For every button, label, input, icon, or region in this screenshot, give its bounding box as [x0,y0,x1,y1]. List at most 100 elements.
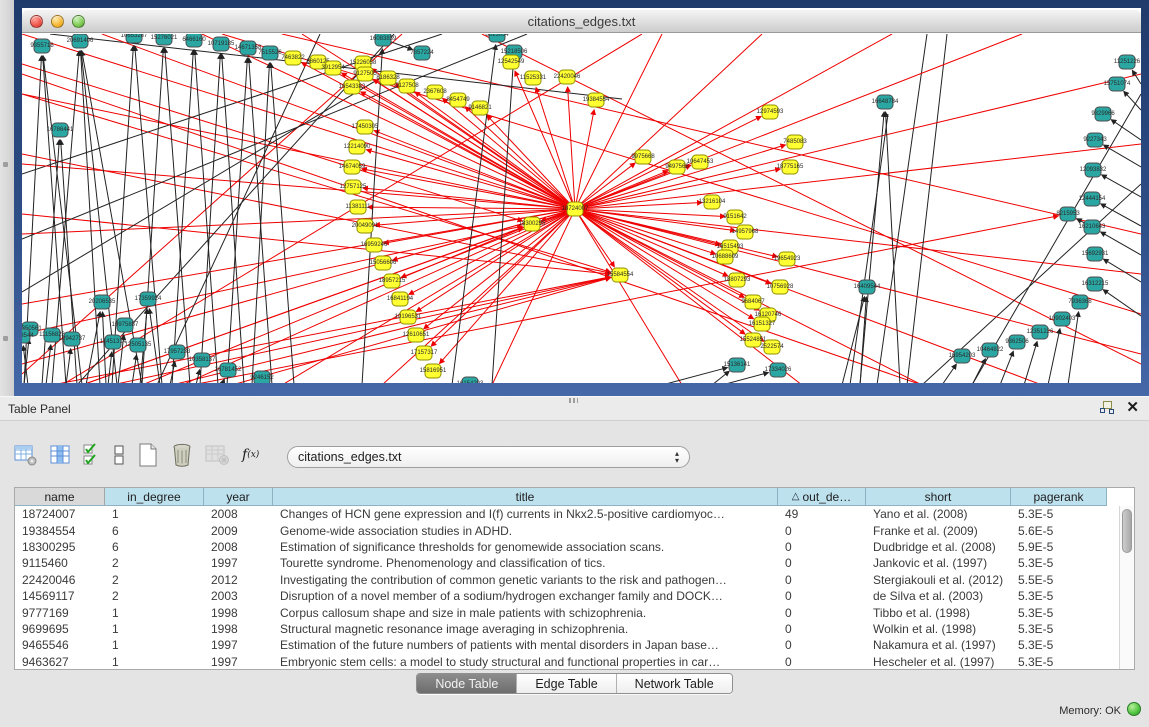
network-canvas[interactable]: 9355718206914061065328715276021646616010… [22,34,1141,383]
table-cell[interactable]: 5.3E-5 [1011,507,1107,521]
memory-status-indicator[interactable] [1127,702,1141,716]
table-cell[interactable]: 0 [778,638,866,652]
table-cell[interactable]: 2003 [204,589,273,603]
row-selection-icon[interactable] [83,442,101,468]
table-row[interactable]: 911546021997Tourette syndrome. Phenomeno… [15,555,1134,571]
table-cell[interactable]: Investigating the contribution of common… [273,573,778,587]
table-cell[interactable]: 1 [105,655,204,669]
table-cell[interactable]: Structural magnetic resonance image aver… [273,622,778,636]
table-mode-icon[interactable] [14,442,38,468]
table-row[interactable]: 946362711997Embryonic stem cells: a mode… [15,654,1134,670]
table-cell[interactable]: Stergiakouli et al. (2012) [866,573,1011,587]
table-cell[interactable]: Nakamura et al. (1997) [866,638,1011,652]
table-cell[interactable]: Embryonic stem cells: a model to study s… [273,655,778,669]
table-cell[interactable]: de Silva et al. (2003) [866,589,1011,603]
table-cell[interactable]: 1 [105,507,204,521]
graph-canvas-wrap[interactable]: 9355718206914061065328715276021646616010… [22,34,1141,383]
table-cell[interactable]: 6 [105,524,204,538]
table-cell[interactable]: Estimation of significance thresholds fo… [273,540,778,554]
table-selector-dropdown[interactable]: citations_edges.txt ▴▾ [287,446,690,468]
tab-node-table[interactable]: Node Table [417,674,517,693]
column-header-title[interactable]: title [273,488,778,506]
table-cell[interactable]: 0 [778,556,866,570]
table-cell[interactable]: 5.3E-5 [1011,655,1107,669]
column-header-out_de[interactable]: △out_de… [778,488,866,506]
row-height-icon[interactable] [113,442,125,468]
table-row[interactable]: 2242004622012Investigating the contribut… [15,572,1134,588]
column-header-name[interactable]: name [15,488,105,506]
table-row[interactable]: 1830029562008Estimation of significance … [15,539,1134,555]
column-header-in_degree[interactable]: in_degree [105,488,204,506]
table-cell[interactable]: 0 [778,589,866,603]
column-header-pagerank[interactable]: pagerank [1011,488,1107,506]
tab-network-table[interactable]: Network Table [617,674,732,693]
table-cell[interactable]: 6 [105,540,204,554]
table-cell[interactable]: 18300295 [15,540,105,554]
table-cell[interactable]: 2 [105,589,204,603]
table-cell[interactable]: 2009 [204,524,273,538]
table-cell[interactable]: 19384554 [15,524,105,538]
table-cell[interactable]: 9115460 [15,556,105,570]
table-cell[interactable]: 1998 [204,622,273,636]
table-cell[interactable]: 2012 [204,573,273,587]
table-cell[interactable]: 5.3E-5 [1011,589,1107,603]
table-cell[interactable]: Franke et al. (2009) [866,524,1011,538]
table-cell[interactable]: 2 [105,556,204,570]
table-cell[interactable]: 0 [778,573,866,587]
table-cell[interactable]: Wolkin et al. (1998) [866,622,1011,636]
scrollbar-thumb[interactable] [1122,509,1132,553]
close-panel-icon[interactable]: ✕ [1126,401,1139,414]
splitter-handle[interactable] [569,398,578,403]
create-column-icon[interactable] [137,442,159,468]
table-row[interactable]: 969969511998Structural magnetic resonanc… [15,621,1134,637]
table-cell[interactable]: Tibbo et al. (1998) [866,606,1011,620]
network-window-titlebar[interactable]: citations_edges.txt [22,10,1141,33]
table-cell[interactable]: 1997 [204,638,273,652]
table-cell[interactable]: 0 [778,622,866,636]
table-cell[interactable]: 1 [105,622,204,636]
table-cell[interactable]: 1997 [204,655,273,669]
table-cell[interactable]: Genome-wide association studies in ADHD. [273,524,778,538]
show-columns-icon[interactable] [50,442,71,468]
float-panel-icon[interactable] [1100,401,1114,414]
table-cell[interactable]: 9777169 [15,606,105,620]
table-cell[interactable]: 1 [105,606,204,620]
table-cell[interactable]: 0 [778,606,866,620]
table-row[interactable]: 1456911722003Disruption of a novel membe… [15,588,1134,604]
table-cell[interactable]: 5.9E-5 [1011,540,1107,554]
table-row[interactable]: 946554611997Estimation of the future num… [15,637,1134,653]
table-cell[interactable]: 22420046 [15,573,105,587]
table-cell[interactable]: Jankovic et al. (1997) [866,556,1011,570]
table-cell[interactable]: 5.3E-5 [1011,606,1107,620]
table-cell[interactable]: 1997 [204,556,273,570]
table-cell[interactable]: 1998 [204,606,273,620]
table-cell[interactable]: 5.5E-5 [1011,573,1107,587]
table-cell[interactable]: 9465546 [15,638,105,652]
table-cell[interactable]: Dudbridge et al. (2008) [866,540,1011,554]
table-cell[interactable]: 0 [778,655,866,669]
table-cell[interactable]: 2008 [204,540,273,554]
table-cell[interactable]: 49 [778,507,866,521]
vertical-scrollbar[interactable] [1119,506,1134,669]
table-cell[interactable]: 0 [778,540,866,554]
table-cell[interactable]: 5.3E-5 [1011,622,1107,636]
table-cell[interactable]: 14569117 [15,589,105,603]
table-cell[interactable]: Hescheler et al. (1997) [866,655,1011,669]
delete-columns-icon[interactable] [171,442,193,468]
table-row[interactable]: 1872400712008Changes of HCN gene express… [15,506,1134,522]
table-cell[interactable]: 9699695 [15,622,105,636]
table-cell[interactable]: Tourette syndrome. Phenomenology and cla… [273,556,778,570]
table-cell[interactable]: Yano et al. (2008) [866,507,1011,521]
table-cell[interactable]: 5.3E-5 [1011,556,1107,570]
column-header-year[interactable]: year [204,488,273,506]
table-cell[interactable]: 1 [105,638,204,652]
table-cell[interactable]: 9463627 [15,655,105,669]
table-cell[interactable]: 5.3E-5 [1011,638,1107,652]
table-cell[interactable]: 18724007 [15,507,105,521]
table-cell[interactable]: Corpus callosum shape and size in male p… [273,606,778,620]
table-cell[interactable]: 2 [105,573,204,587]
table-row[interactable]: 977716911998Corpus callosum shape and si… [15,604,1134,620]
table-cell[interactable]: 0 [778,524,866,538]
table-cell[interactable]: 5.6E-5 [1011,524,1107,538]
tab-edge-table[interactable]: Edge Table [517,674,616,693]
